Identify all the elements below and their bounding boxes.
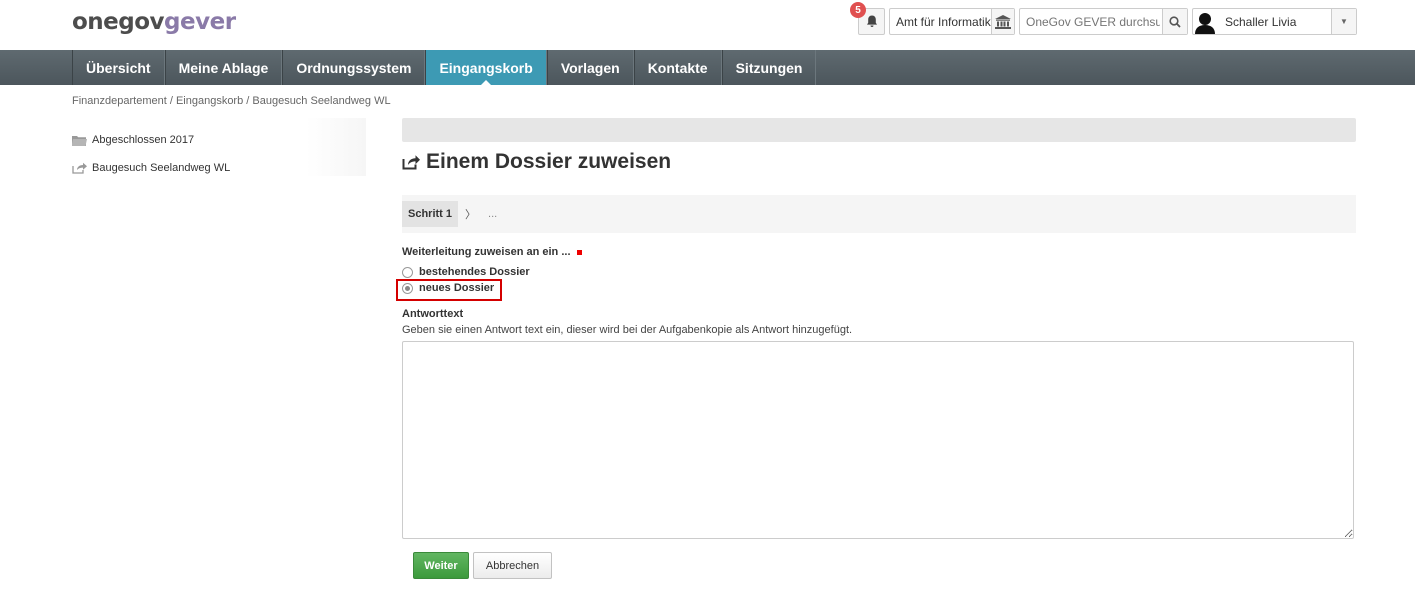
wizard-steps: Schritt 1 〉 ...	[402, 195, 1356, 233]
bell-icon	[866, 15, 877, 27]
nav-item-vorlagen[interactable]: Vorlagen	[546, 50, 634, 85]
logo-part-two: gever	[164, 9, 236, 35]
user-silhouette-icon	[1195, 13, 1215, 34]
submit-button[interactable]: Weiter	[413, 552, 469, 579]
caret-down-icon: ▼	[1340, 17, 1348, 26]
nav-item-kontakte[interactable]: Kontakte	[633, 50, 722, 85]
notification-count-badge: 5	[850, 2, 866, 18]
wizard-step-1: Schritt 1	[402, 201, 459, 227]
assign-field-label: Weiterleitung zuweisen an ein ...	[402, 246, 582, 258]
assign-label-text: Weiterleitung zuweisen an ein ...	[402, 246, 571, 258]
search-button[interactable]	[1162, 9, 1187, 34]
sidebar-item-abgeschlossen[interactable]: Abgeschlossen 2017	[72, 126, 366, 154]
response-help-text: Geben sie einen Antwort text ein, dieser…	[402, 324, 853, 336]
nav-item-ordnungssystem[interactable]: Ordnungssystem	[282, 50, 426, 85]
forward-icon	[402, 154, 420, 170]
sidebar-item-label: Abgeschlossen 2017	[92, 134, 195, 146]
user-name: Schaller Livia	[1225, 14, 1297, 29]
org-unit-selector[interactable]: Amt für Informatik	[889, 8, 1015, 35]
app-logo[interactable]: onegovgever	[72, 9, 236, 35]
nav-item-uebersicht[interactable]: Übersicht	[72, 50, 165, 85]
sidebar-item-label: Baugesuch Seelandweg WL	[92, 162, 231, 174]
page-title-text: Einem Dossier zuweisen	[426, 150, 672, 173]
response-textarea[interactable]	[402, 341, 1354, 539]
nav-item-sitzungen[interactable]: Sitzungen	[721, 50, 817, 85]
radio-button[interactable]	[402, 266, 413, 278]
avatar	[1193, 9, 1217, 34]
wizard-next-steps: ...	[488, 208, 498, 220]
content-toolbar	[402, 118, 1356, 142]
nav-item-meine-ablage[interactable]: Meine Ablage	[164, 50, 283, 85]
breadcrumb[interactable]: Finanzdepartement / Eingangskorb / Bauge…	[72, 95, 391, 107]
global-search	[1019, 8, 1188, 35]
highlight-box	[396, 279, 502, 301]
logo-part-one: onegov	[72, 9, 165, 35]
response-label: Antworttext	[402, 308, 464, 320]
nav-item-eingangskorb[interactable]: Eingangskorb	[425, 50, 547, 85]
user-menu[interactable]: Schaller Livia ▼	[1192, 8, 1357, 35]
sidebar: Abgeschlossen 2017 Baugesuch Seelandweg …	[72, 126, 366, 182]
folder-icon	[72, 135, 92, 146]
search-input[interactable]	[1020, 13, 1162, 30]
chevron-right-icon: 〉	[465, 209, 477, 221]
page-title: Einem Dossier zuweisen	[402, 150, 671, 174]
radio-label: bestehendes Dossier	[419, 266, 530, 278]
institution-icon	[990, 9, 1014, 34]
radio-existing-dossier[interactable]: bestehendes Dossier	[402, 266, 530, 278]
forward-icon	[72, 162, 92, 174]
org-unit-label: Amt für Informatik	[896, 14, 991, 29]
sidebar-item-baugesuch[interactable]: Baugesuch Seelandweg WL	[72, 154, 366, 182]
search-icon	[1169, 15, 1181, 28]
required-marker	[576, 249, 582, 255]
main-navigation: Übersicht Meine Ablage Ordnungssystem Ei…	[0, 50, 1415, 85]
user-menu-dropdown-button[interactable]: ▼	[1331, 9, 1356, 34]
cancel-button[interactable]: Abbrechen	[473, 552, 552, 579]
